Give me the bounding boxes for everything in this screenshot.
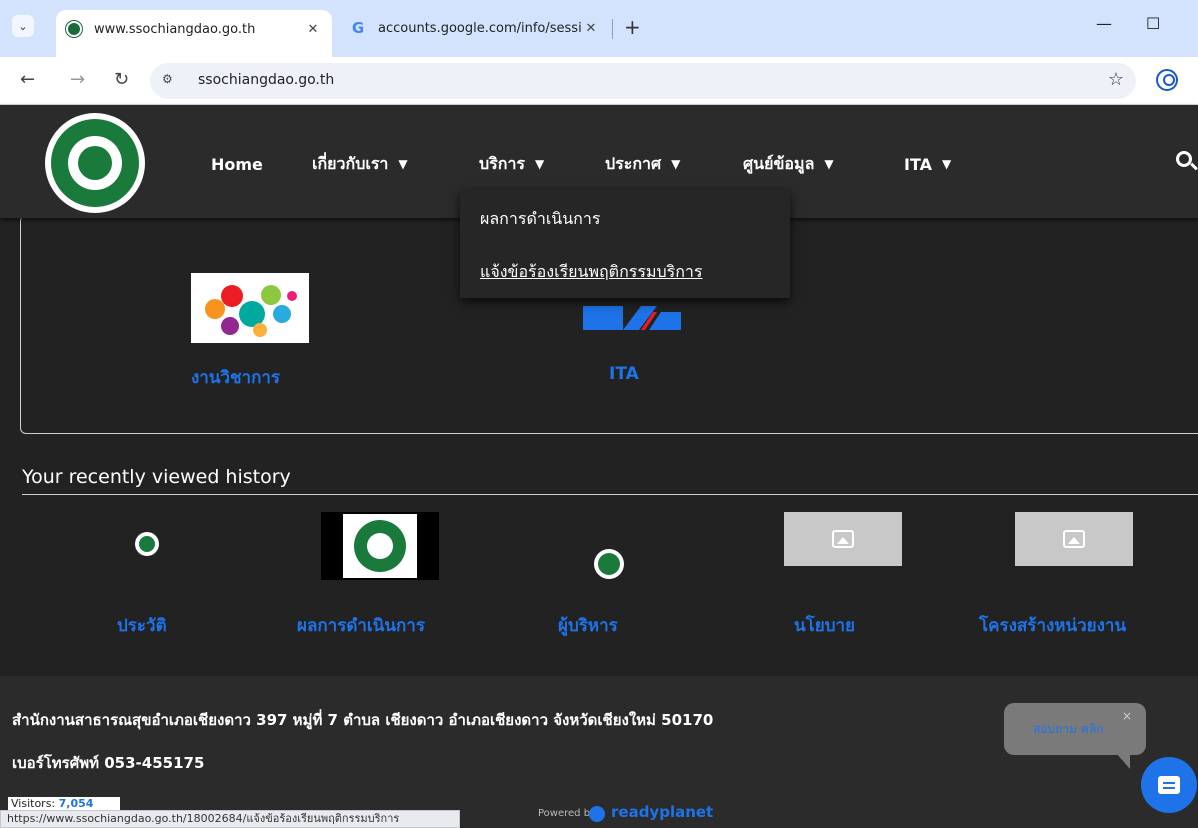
address-bar[interactable]: ⚙ ssochiangdao.go.th ☆ xyxy=(150,63,1136,99)
chat-button[interactable] xyxy=(1141,757,1197,813)
footer-phone: เบอร์โทรศัพท์ 053-455175 xyxy=(12,754,205,772)
back-arrow-icon[interactable]: ← xyxy=(20,69,35,90)
tab-separator xyxy=(612,19,613,39)
moph-logo-core xyxy=(68,136,122,190)
nav-home[interactable]: Home xyxy=(211,153,263,175)
url-text: ssochiangdao.go.th xyxy=(198,72,335,88)
nav-label: ITA xyxy=(904,154,933,174)
new-tab-icon[interactable]: + xyxy=(624,15,641,39)
tab-google-accounts[interactable]: G accounts.google.com/info/sessi ✕ xyxy=(340,9,610,47)
readyplanet-brand[interactable]: readyplanet xyxy=(611,803,713,821)
chat-prompt-bubble[interactable]: สอบถาม คลิก × xyxy=(1004,703,1146,769)
history-item-executives[interactable]: ผู้บริหาร xyxy=(558,612,618,639)
powered-by-label: Powered by xyxy=(538,808,596,819)
tab-ssochiangdao[interactable]: www.ssochiangdao.go.th ✕ xyxy=(56,10,332,57)
nav-label: เกี่ยวกับเรา xyxy=(312,153,389,173)
history-item-performance[interactable]: ผลการดำเนินการ xyxy=(297,612,425,639)
footer-address: สำนักงานสาธารณสุขอำเภอเชียงดาว 397 หมู่ท… xyxy=(12,711,714,729)
caret-down-icon: ▼ xyxy=(671,157,681,171)
picture-icon xyxy=(832,530,854,548)
moph-favicon-icon xyxy=(66,21,82,37)
reload-icon[interactable]: ↻ xyxy=(114,69,129,90)
moph-emblem-icon[interactable] xyxy=(135,532,159,556)
services-dropdown: ผลการดำเนินการ แจ้งข้อร้องเรียนพฤติกรรมบ… xyxy=(460,190,790,298)
caret-down-icon: ▼ xyxy=(824,157,834,171)
history-divider xyxy=(22,494,1198,495)
tab-search-chevron-icon[interactable]: ⌄ xyxy=(12,15,34,37)
caret-down-icon: ▼ xyxy=(398,157,408,171)
readyplanet-logo-icon xyxy=(589,806,605,822)
nav-about[interactable]: เกี่ยวกับเรา ▼ xyxy=(312,153,408,175)
history-title: Your recently viewed history xyxy=(22,466,291,488)
history-item-policy[interactable]: นโยบาย xyxy=(794,612,855,639)
nav-label: บริการ xyxy=(479,153,526,173)
image-placeholder-icon[interactable] xyxy=(1015,512,1133,566)
ita-logo[interactable] xyxy=(583,306,681,330)
nav-label: ศูนย์ข้อมูล xyxy=(743,153,815,173)
academic-link[interactable]: งานวิชาการ xyxy=(191,364,280,391)
history-item-structure[interactable]: โครงสร้างหน่วยงาน xyxy=(979,612,1126,639)
tab-title: accounts.google.com/info/sessi xyxy=(378,20,582,36)
moph-logo[interactable] xyxy=(45,113,145,213)
caduceus-icon xyxy=(78,146,112,180)
close-icon[interactable]: × xyxy=(1122,709,1132,723)
nav-services[interactable]: บริการ ▼ xyxy=(479,153,544,175)
moph-logo-photo[interactable] xyxy=(321,512,439,580)
bookmark-star-icon[interactable]: ☆ xyxy=(1108,69,1124,90)
google-favicon-icon: G xyxy=(351,19,365,37)
chat-prompt-text: สอบถาม คลิก xyxy=(1033,722,1104,736)
dropdown-item-complaint[interactable]: แจ้งข้อร้องเรียนพฤติกรรมบริการ xyxy=(480,260,703,285)
site-info-icon[interactable]: ⚙ xyxy=(162,72,173,86)
moph-emblem-icon[interactable] xyxy=(594,549,624,579)
close-tab-icon[interactable]: ✕ xyxy=(582,21,600,36)
ita-link[interactable]: ITA xyxy=(609,364,639,384)
tab-title: www.ssochiangdao.go.th xyxy=(94,21,256,37)
status-bar-url: https://www.ssochiangdao.go.th/18002684/… xyxy=(0,810,460,828)
nav-ita[interactable]: ITA ▼ xyxy=(904,153,951,175)
visitors-label: Visitors: xyxy=(11,797,56,810)
academic-collage-image[interactable] xyxy=(191,273,309,343)
visitors-count: 7,054 xyxy=(58,797,94,810)
minimize-icon[interactable]: — xyxy=(1096,14,1112,33)
dropdown-item-performance[interactable]: ผลการดำเนินการ xyxy=(480,207,600,232)
moph-logo-photo-inner xyxy=(343,514,417,578)
nav-info-center[interactable]: ศูนย์ข้อมูล ▼ xyxy=(743,153,834,175)
image-placeholder-icon[interactable] xyxy=(784,512,902,566)
nav-label: ประกาศ xyxy=(605,153,662,173)
forward-arrow-icon[interactable]: → xyxy=(70,69,85,90)
visitor-counter: Visitors: 7,054 xyxy=(8,797,120,810)
close-tab-icon[interactable]: ✕ xyxy=(304,22,322,37)
moph-logo-ring xyxy=(51,119,139,207)
nav-announcements[interactable]: ประกาศ ▼ xyxy=(605,153,680,175)
profile-icon[interactable] xyxy=(1156,69,1178,91)
search-icon[interactable] xyxy=(1176,151,1192,167)
picture-icon xyxy=(1063,530,1085,548)
maximize-icon[interactable]: ☐ xyxy=(1146,14,1160,33)
browser-toolbar: ← → ↻ ⚙ ssochiangdao.go.th ☆ xyxy=(0,57,1198,105)
moph-emblem-icon xyxy=(354,520,406,572)
caret-down-icon: ▼ xyxy=(535,157,545,171)
chat-message-icon xyxy=(1158,776,1180,794)
nav-label: Home xyxy=(211,154,263,174)
history-item-history[interactable]: ประวัติ xyxy=(117,612,167,639)
browser-tab-strip: ⌄ www.ssochiangdao.go.th ✕ G accounts.go… xyxy=(0,0,1198,57)
caret-down-icon: ▼ xyxy=(942,157,952,171)
